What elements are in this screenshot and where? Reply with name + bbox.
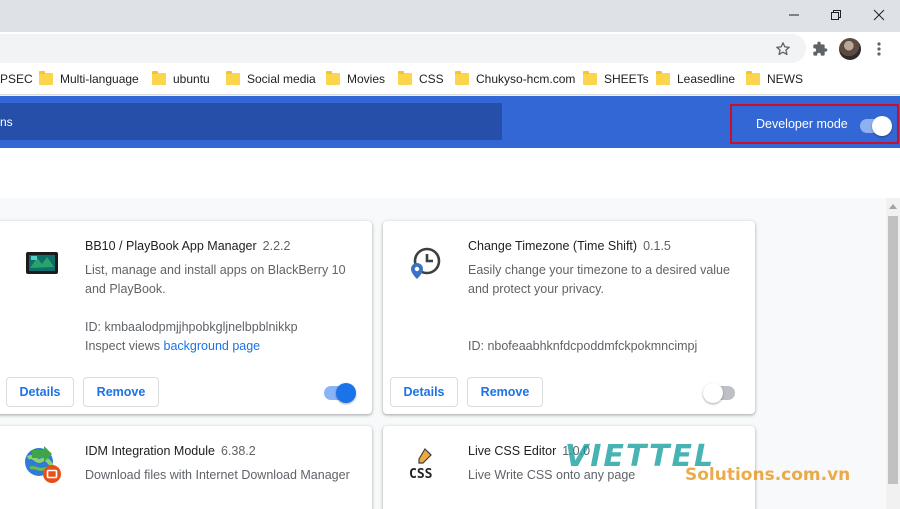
extension-version: 0.1.5: [643, 239, 671, 253]
toggle-knob: [703, 383, 723, 403]
bookmark-label: Multi-language: [60, 72, 139, 86]
puzzle-icon[interactable]: [808, 38, 832, 60]
vertical-scrollbar[interactable]: [886, 198, 900, 509]
extension-title: BB10 / PlayBook App Manager 2.2.2: [85, 239, 290, 253]
idm-globe-icon: [22, 444, 62, 484]
bookmark-label: SHEETs: [604, 72, 649, 86]
folder-icon: [746, 71, 760, 85]
background-page-link[interactable]: background page: [164, 339, 261, 353]
details-button[interactable]: Details: [6, 377, 74, 407]
developer-mode-highlight: Developer mode: [730, 104, 899, 144]
browser-toolbar: [0, 32, 900, 65]
search-text: ns: [0, 114, 13, 129]
address-bar[interactable]: [0, 34, 806, 63]
bookmark-folder[interactable]: Leasedline: [656, 65, 735, 93]
bookmark-folder[interactable]: Movies: [326, 65, 385, 93]
extension-card: Change Timezone (Time Shift) 0.1.5 Easily…: [383, 221, 755, 414]
extension-card: IDM Integration Module 6.38.2 Download fi…: [0, 426, 372, 509]
bookmark-label: Chukyso-hcm.com: [476, 72, 576, 86]
bookmark-folder[interactable]: Social media: [226, 65, 316, 93]
developer-mode-toggle[interactable]: [860, 116, 892, 136]
scroll-thumb[interactable]: [888, 216, 898, 484]
watermark-bottom: Solutions.com.vn: [685, 465, 851, 485]
extension-version: 2.2.2: [262, 239, 291, 253]
remove-button[interactable]: Remove: [83, 377, 159, 407]
clock-location-icon: [405, 243, 445, 283]
extension-version: 6.38.2: [220, 444, 256, 458]
bookmark-label: CSS: [419, 72, 444, 86]
bookmarks-bar: PSEC Multi-language ubuntu Social media …: [0, 65, 900, 95]
bookmark-item[interactable]: PSEC: [0, 65, 33, 93]
bookmark-label: Leasedline: [677, 72, 736, 86]
bookmark-folder[interactable]: CSS: [398, 65, 444, 93]
extension-name: BB10 / PlayBook App Manager: [85, 239, 257, 253]
extension-name: Change Timezone (Time Shift): [468, 239, 638, 253]
folder-icon: [152, 71, 166, 85]
search-extensions-input[interactable]: ns: [0, 103, 502, 140]
bookmark-label: NEWS: [767, 72, 803, 86]
extension-enable-toggle[interactable]: [703, 383, 735, 403]
star-icon[interactable]: [771, 38, 795, 60]
toolbar-spacer: [0, 148, 900, 198]
bookmark-folder[interactable]: ubuntu: [152, 65, 210, 93]
toggle-knob: [336, 383, 356, 403]
extension-enable-toggle[interactable]: [324, 383, 356, 403]
bookmark-folder[interactable]: SHEETs: [583, 65, 649, 93]
remove-button[interactable]: Remove: [467, 377, 543, 407]
title-bar: [0, 0, 900, 32]
extension-id: ID: nbofeaabhknfdcpoddmfckpokmncimpj: [468, 339, 698, 353]
bookmark-label: Social media: [247, 72, 316, 86]
extension-title: Change Timezone (Time Shift) 0.1.5: [468, 239, 671, 253]
scroll-up-icon[interactable]: [886, 198, 900, 215]
extension-name: IDM Integration Module: [85, 444, 215, 458]
folder-icon: [326, 71, 340, 85]
extension-title: IDM Integration Module 6.38.2: [85, 444, 256, 458]
bookmark-folder[interactable]: Chukyso-hcm.com: [455, 65, 575, 93]
folder-icon: [226, 71, 240, 85]
close-icon[interactable]: [856, 0, 900, 30]
viettel-watermark: VIETTEL Solutions.com.vn: [565, 442, 850, 492]
folder-icon: [583, 71, 597, 85]
bookmark-folder[interactable]: NEWS: [746, 65, 803, 93]
extension-description: Easily change your timezone to a desired…: [468, 263, 730, 296]
bookmark-label: PSEC: [0, 72, 33, 86]
folder-icon: [39, 71, 53, 85]
extension-description: Download files with Internet Download Ma…: [85, 468, 350, 482]
inspect-views-label: Inspect views: [85, 339, 161, 353]
extensions-header: ns Developer mode: [0, 96, 900, 148]
details-button[interactable]: Details: [390, 377, 458, 407]
svg-text:CSS: CSS: [409, 467, 433, 482]
folder-icon: [656, 71, 670, 85]
toggle-knob: [872, 116, 892, 136]
restore-icon[interactable]: [813, 0, 859, 30]
bookmark-label: ubuntu: [173, 72, 210, 86]
folder-icon: [398, 71, 412, 85]
blackberry-playbook-icon: [22, 243, 62, 283]
kebab-icon[interactable]: [868, 38, 890, 60]
inspect-views: Inspect views background page: [85, 339, 260, 353]
minimize-icon[interactable]: [771, 0, 817, 30]
extension-card: BB10 / PlayBook App Manager 2.2.2 List, m…: [0, 221, 372, 414]
avatar[interactable]: [839, 38, 861, 60]
bookmark-label: Movies: [347, 72, 386, 86]
extension-description: List, manage and install apps on BlackBe…: [85, 263, 346, 296]
css-pencil-icon: CSS: [405, 444, 445, 484]
folder-icon: [455, 71, 469, 85]
bookmark-folder[interactable]: Multi-language: [39, 65, 139, 93]
extension-name: Live CSS Editor: [468, 444, 557, 458]
developer-mode-label: Developer mode: [756, 117, 848, 131]
extension-id: ID: kmbaalodpmjjhpobkgljnelbpblnikkp: [85, 320, 298, 334]
